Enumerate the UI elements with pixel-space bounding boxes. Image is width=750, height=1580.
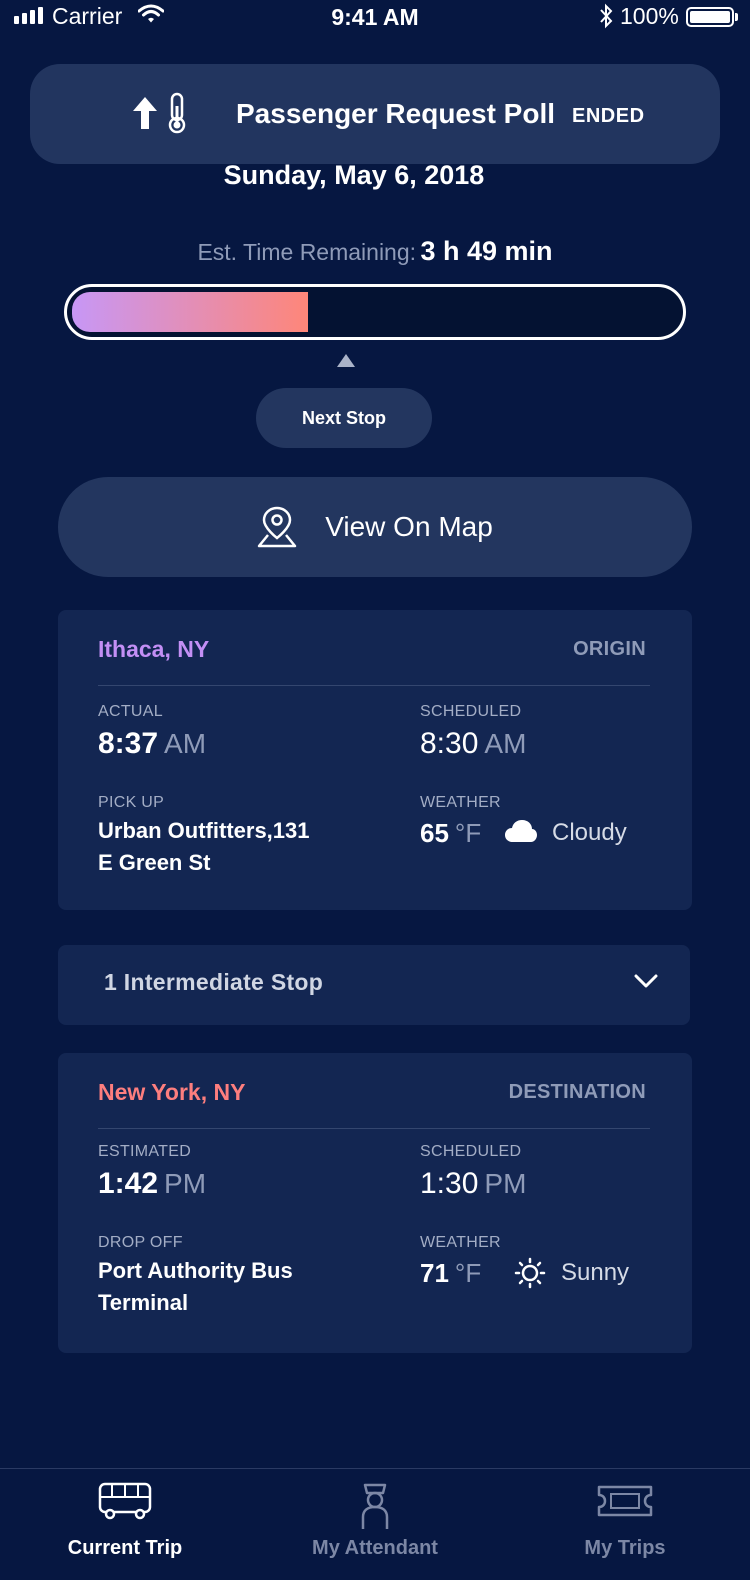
intermediate-stops-label: 1 Intermediate Stop (104, 969, 324, 995)
tab-my-attendant[interactable]: My Attendant (250, 1469, 500, 1580)
dropoff-address-line1: Port Authority Bus (98, 1258, 293, 1283)
tab-my-attendant-label: My Attendant (312, 1537, 438, 1559)
actual-time: 8:37 AM (98, 727, 206, 761)
scheduled-time-value: 1:30 (420, 1167, 479, 1200)
divider (98, 685, 650, 686)
destination-role: DESTINATION (508, 1081, 646, 1103)
temperature-value: 65 (420, 818, 449, 848)
next-stop-caret-icon (337, 354, 355, 367)
estimated-time: 1:42 PM (98, 1167, 206, 1201)
actual-time-ampm: AM (164, 728, 207, 759)
estimated-time-value: 1:42 (98, 1167, 159, 1200)
attendant-icon (250, 1481, 500, 1531)
scheduled-time-label: SCHEDULED (420, 703, 522, 720)
pickup-address-line2: E Green St (98, 850, 211, 875)
origin-role: ORIGIN (573, 638, 646, 660)
map-pin-icon (257, 506, 297, 548)
pickup-address-line1: Urban Outfitters,131 (98, 818, 310, 843)
thermometer-icon (168, 92, 186, 134)
trip-date: Sunday, May 6, 2018 (223, 160, 485, 190)
scheduled-time-ampm: PM (484, 1168, 527, 1199)
actual-time-label: ACTUAL (98, 703, 163, 720)
status-bar: Carrier 9:41 AM 100% (0, 0, 750, 34)
trip-progress-fill (72, 292, 309, 332)
view-on-map-label: View On Map (325, 511, 493, 542)
scheduled-time: 1:30 PM (420, 1167, 526, 1201)
weather-condition: Sunny (561, 1259, 630, 1286)
weather-condition: Cloudy (552, 819, 627, 846)
poll-banner[interactable]: Passenger Request Poll ENDED (30, 64, 720, 164)
tab-current-trip-label: Current Trip (67, 1537, 183, 1559)
next-stop-button[interactable]: Next Stop (256, 388, 432, 448)
scheduled-time-value: 8:30 (420, 727, 479, 760)
time-remaining-value: 3 h 49 min (420, 236, 553, 266)
temperature-unit: °F (454, 1258, 482, 1288)
trip-progress-bar (64, 284, 686, 340)
destination-card[interactable]: New York, NY DESTINATION ESTIMATED 1:42 P… (58, 1053, 692, 1353)
poll-title: Passenger Request Poll (236, 98, 556, 129)
tab-my-trips[interactable]: My Trips (500, 1469, 750, 1580)
actual-time-value: 8:37 (98, 727, 159, 760)
temperature: 65 °F (420, 818, 481, 849)
battery-percent: 100% (620, 3, 679, 29)
view-on-map-button[interactable]: View On Map (58, 477, 692, 577)
bus-icon (0, 1481, 250, 1521)
scheduled-time-label: SCHEDULED (420, 1143, 522, 1160)
weather-label: WEATHER (420, 794, 501, 811)
estimated-time-label: ESTIMATED (98, 1143, 192, 1160)
weather-label: WEATHER (420, 1234, 501, 1251)
tab-current-trip[interactable]: Current Trip (0, 1469, 250, 1580)
cloud-icon (505, 820, 537, 842)
poll-status-badge: ENDED (572, 105, 645, 127)
origin-card[interactable]: Ithaca, NY ORIGIN ACTUAL 8:37 AM SCHEDULE… (58, 610, 692, 910)
temperature: 71 °F (420, 1258, 481, 1289)
time-remaining-label: Est. Time Remaining: (197, 239, 417, 265)
ticket-icon (500, 1481, 750, 1521)
origin-city: Ithaca, NY (98, 636, 210, 662)
divider (98, 1128, 650, 1129)
destination-city: New York, NY (98, 1079, 246, 1105)
temperature-value: 71 (420, 1258, 449, 1288)
intermediate-stops-toggle[interactable]: 1 Intermediate Stop (58, 945, 690, 1025)
pickup-label: PICK UP (98, 794, 165, 811)
pickup-address: Urban Outfitters,131 E Green St (98, 815, 348, 879)
chevron-down-icon (634, 974, 658, 988)
dropoff-label: DROP OFF (98, 1234, 183, 1251)
tab-my-trips-label: My Trips (584, 1537, 666, 1559)
temperature-unit: °F (454, 818, 482, 848)
estimated-time-ampm: PM (164, 1168, 207, 1199)
scheduled-time: 8:30 AM (420, 727, 526, 761)
dropoff-address-line2: Terminal (98, 1290, 189, 1315)
poll-icons (132, 92, 188, 134)
dropoff-address: Port Authority Bus Terminal (98, 1255, 348, 1319)
bluetooth-icon (598, 3, 614, 34)
battery-cap (735, 13, 738, 21)
sun-icon (514, 1257, 546, 1289)
tab-bar: Current Trip My Attendant My Trips (0, 1468, 750, 1580)
battery-icon (686, 7, 734, 27)
arrow-up-icon (133, 97, 157, 129)
scheduled-time-ampm: AM (484, 728, 527, 759)
time-remaining: Est. Time Remaining: 3 h 49 min (0, 236, 750, 267)
